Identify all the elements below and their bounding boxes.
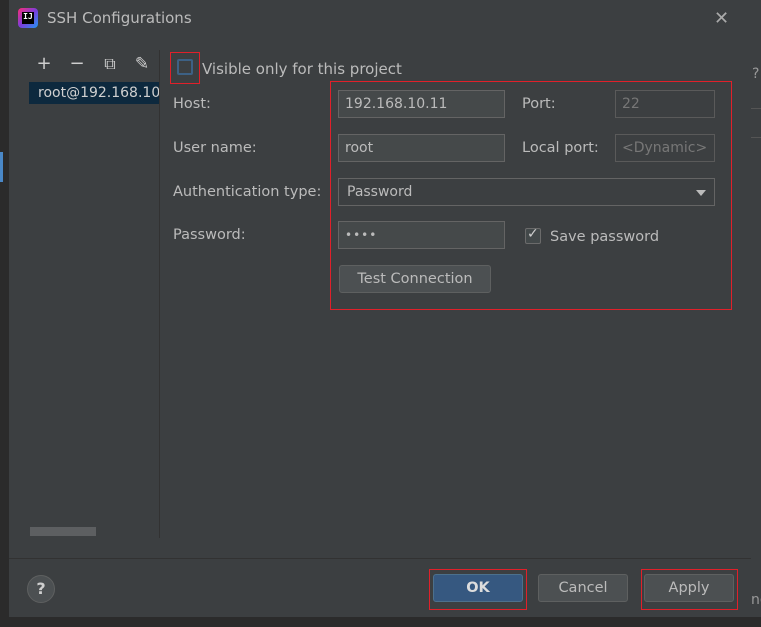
port-input[interactable]: 22: [615, 90, 715, 118]
local-port-label: Local port:: [522, 140, 599, 156]
ssh-configurations-dialog: IJ SSH Configurations ✕ + − ⧉ ✎ root@192…: [9, 0, 751, 617]
footer-divider: [9, 558, 751, 559]
intellij-app-icon: IJ: [18, 8, 38, 28]
chevron-down-icon: [696, 190, 706, 196]
user-name-label: User name:: [173, 140, 257, 156]
auth-type-value: Password: [347, 184, 413, 200]
background-help-glyph: ?: [752, 66, 760, 82]
help-button[interactable]: ?: [27, 575, 55, 603]
test-connection-button[interactable]: Test Connection: [339, 265, 491, 293]
background-field-edge: [751, 108, 761, 138]
background-ide-bottom: [0, 617, 761, 627]
port-label: Port:: [522, 96, 556, 112]
visible-only-checkbox[interactable]: [177, 59, 193, 75]
close-icon[interactable]: ✕: [714, 8, 729, 29]
local-port-input[interactable]: <Dynamic>: [615, 134, 715, 162]
checkmark-icon: ✓: [527, 226, 539, 242]
host-input[interactable]: 192.168.10.11: [338, 90, 505, 118]
edit-icon[interactable]: ✎: [131, 54, 153, 74]
host-label: Host:: [173, 96, 211, 112]
password-label: Password:: [173, 227, 246, 243]
background-accent-bar: [0, 152, 3, 182]
save-password-checkbox[interactable]: ✓: [525, 226, 541, 244]
add-icon[interactable]: +: [33, 54, 55, 74]
copy-icon[interactable]: ⧉: [99, 54, 121, 74]
pane-splitter[interactable]: [159, 50, 160, 538]
ok-button[interactable]: OK: [433, 574, 523, 602]
cancel-button[interactable]: Cancel: [538, 574, 628, 602]
apply-button[interactable]: Apply: [644, 574, 734, 602]
background-ide-right: ? nc: [751, 0, 761, 627]
background-ide-left: [0, 0, 9, 627]
config-list-item[interactable]: root@192.168.10.11: [29, 82, 159, 104]
dialog-title: SSH Configurations: [47, 9, 192, 27]
password-input[interactable]: ••••: [338, 221, 505, 249]
config-list-pane: + − ⧉ ✎ root@192.168.10.11: [9, 46, 159, 540]
background-text-fragment: nc: [751, 592, 761, 608]
auth-type-select[interactable]: Password: [338, 178, 715, 206]
save-password-label: Save password: [550, 229, 660, 245]
remove-icon[interactable]: −: [66, 54, 88, 74]
visible-only-label: Visible only for this project: [202, 60, 402, 78]
list-horizontal-scrollbar[interactable]: [30, 527, 96, 536]
user-name-input[interactable]: root: [338, 134, 505, 162]
auth-type-label: Authentication type:: [173, 184, 322, 200]
title-bar: IJ SSH Configurations ✕: [9, 0, 751, 36]
